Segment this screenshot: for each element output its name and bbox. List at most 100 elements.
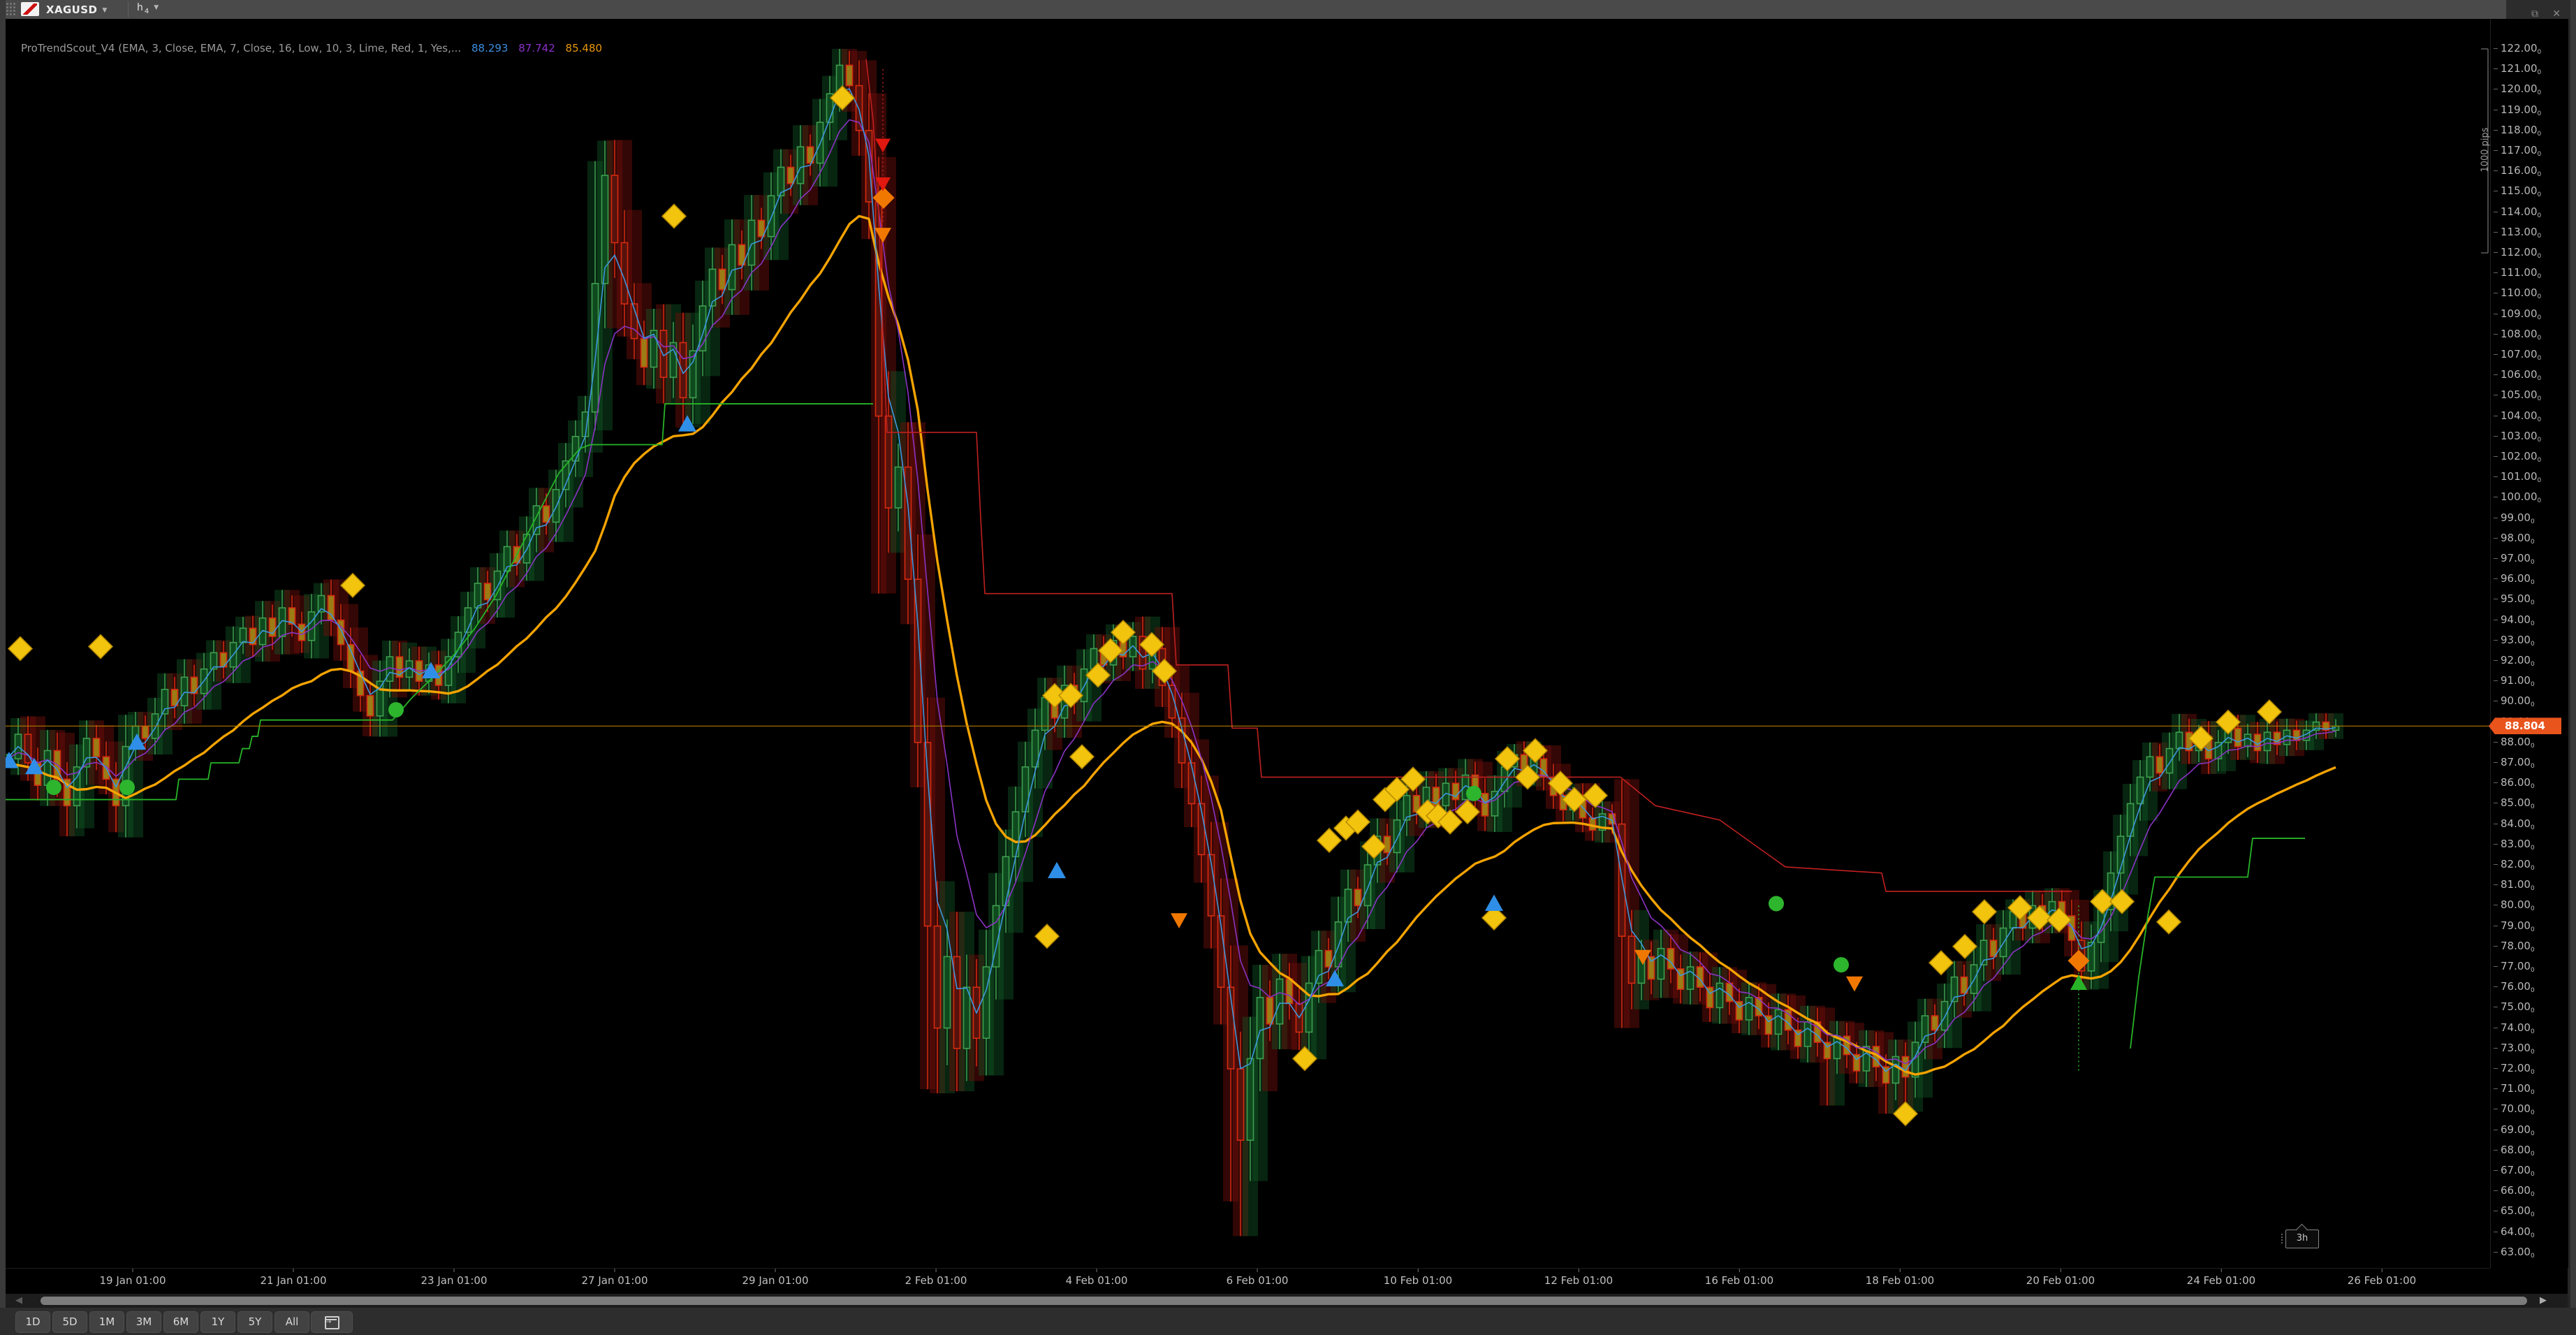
candle-body <box>1746 998 1752 1020</box>
price-tick-label: 71.000 <box>2501 1082 2535 1096</box>
badge-grip-icon <box>2281 1233 2284 1244</box>
price-tick-label: 66.000 <box>2501 1184 2535 1198</box>
timeframe-selector[interactable]: h4▼ <box>137 2 159 15</box>
drag-handle-icon[interactable] <box>6 2 15 17</box>
price-tick-label: 118.000 <box>2501 124 2541 138</box>
candle-body <box>1658 949 1664 979</box>
price-tick-label: 88.000 <box>2501 736 2535 750</box>
buy-signal-diamond-icon <box>1070 745 1094 768</box>
right-edge-strip <box>2570 0 2576 1335</box>
price-axis[interactable]: 122.000121.000120.000119.000118.000117.0… <box>2490 19 2568 1268</box>
price-tick-label: 103.000 <box>2501 430 2541 444</box>
range-button-5d[interactable]: 5D <box>52 1311 87 1333</box>
candle-body <box>905 467 912 580</box>
candle-body <box>94 738 100 757</box>
candle-body <box>338 620 344 645</box>
chevron-down-icon: ▼ <box>154 4 159 11</box>
buy-signal-diamond-icon <box>1035 924 1059 948</box>
countdown-label: 3h <box>2297 1233 2308 1243</box>
scrollbar-thumb[interactable] <box>41 1297 2527 1305</box>
candle-body <box>1042 698 1048 731</box>
candle-body <box>1922 1016 1929 1042</box>
price-tick-label: 98.000 <box>2501 532 2535 546</box>
time-tick-label: 2 Feb 01:00 <box>905 1274 967 1287</box>
price-tick-label: 65.000 <box>2501 1204 2535 1218</box>
price-tick-label: 91.000 <box>2501 674 2535 688</box>
candle-body <box>954 956 960 1048</box>
price-tick-label: 81.000 <box>2501 878 2535 892</box>
scroll-left-icon[interactable]: ◀ <box>15 1295 22 1306</box>
range-button-5y[interactable]: 5Y <box>237 1311 272 1333</box>
range-button-1m[interactable]: 1M <box>89 1311 124 1333</box>
candle-body <box>1482 794 1488 816</box>
candle-body <box>1247 1058 1254 1140</box>
exit-signal-triangle-icon <box>1171 913 1187 928</box>
candle-body <box>768 196 775 236</box>
price-tick-label: 117.000 <box>2501 144 2541 158</box>
buy-signal-diamond-icon <box>662 204 686 228</box>
price-tick-label: 82.000 <box>2501 858 2535 872</box>
candle-body <box>309 612 315 641</box>
price-tick-label: 102.000 <box>2501 450 2541 464</box>
chart-plot-area[interactable]: ProTrendScout_V4 (EMA, 3, Close, EMA, 7,… <box>6 19 2568 1294</box>
price-tick-label: 77.000 <box>2501 960 2535 974</box>
candle-body <box>1453 783 1459 799</box>
price-tick-label: 120.000 <box>2501 82 2541 96</box>
price-tick-label: 99.000 <box>2501 511 2535 525</box>
bar-countdown-badge[interactable]: 3h <box>2285 1230 2319 1248</box>
range-button-1y[interactable]: 1Y <box>200 1311 235 1333</box>
candle-body <box>1394 820 1400 853</box>
price-tick-label: 69.000 <box>2501 1123 2535 1137</box>
candle-body <box>240 628 247 642</box>
trend-dot-icon <box>46 780 61 795</box>
buy-signal-diamond-icon <box>8 637 32 661</box>
price-tick-label: 63.000 <box>2501 1246 2535 1260</box>
candle-body <box>348 645 354 671</box>
candlestick-canvas[interactable] <box>6 19 2490 1268</box>
price-tick-label: 85.000 <box>2501 796 2535 810</box>
price-tick-label: 92.000 <box>2501 654 2535 668</box>
scroll-right-icon[interactable]: ▶ <box>2540 1295 2547 1306</box>
price-tick-label: 106.000 <box>2501 368 2541 382</box>
price-tick-label: 112.000 <box>2501 246 2541 260</box>
range-button-3m[interactable]: 3M <box>126 1311 161 1333</box>
buy-signal-triangle-icon <box>1485 894 1503 910</box>
timeframe-number: 4 <box>145 8 149 15</box>
price-tick-label: 68.000 <box>2501 1144 2535 1158</box>
range-button-1d[interactable]: 1D <box>15 1311 50 1333</box>
trend-dot-icon <box>119 780 135 795</box>
candle-body <box>45 750 51 785</box>
price-tick-label: 90.000 <box>2501 694 2535 708</box>
range-button-6m[interactable]: 6M <box>163 1311 198 1333</box>
candle-body <box>1776 1009 1782 1034</box>
popout-icon[interactable]: ⧉ <box>2531 9 2538 19</box>
candle-body <box>182 677 188 706</box>
horizontal-scrollbar[interactable]: ◀ ▶ <box>6 1294 2568 1308</box>
buy-signal-diamond-icon <box>89 635 112 659</box>
time-axis[interactable]: 19 Jan 01:0021 Jan 01:0023 Jan 01:0027 J… <box>6 1268 2490 1294</box>
instrument-logo-icon <box>21 2 39 16</box>
candle-body <box>1492 791 1498 816</box>
price-tick-label: 111.000 <box>2501 266 2541 280</box>
candle-body <box>1287 979 1293 1004</box>
candle-body <box>1316 951 1322 984</box>
custom-period-button[interactable] <box>311 1311 353 1333</box>
range-toolbar: 1D5D1M3M6M1Y5YAll <box>0 1308 2576 1335</box>
candle-body <box>641 339 647 367</box>
price-tick-label: 119.000 <box>2501 103 2541 117</box>
candle-body <box>1257 998 1264 1059</box>
candle-body <box>495 571 501 600</box>
range-button-all[interactable]: All <box>275 1311 309 1333</box>
time-tick-label: 24 Feb 01:00 <box>2187 1274 2255 1287</box>
candle-body <box>886 416 892 508</box>
close-icon[interactable]: ✕ <box>2552 9 2561 19</box>
symbol-selector[interactable]: XAGUSD▼ <box>46 3 108 16</box>
candle-body <box>895 467 902 508</box>
candle-body <box>1277 979 1283 1024</box>
candle-body <box>377 681 383 716</box>
price-tick-label: 115.000 <box>2501 184 2541 198</box>
candle-body <box>856 86 863 131</box>
price-tick-label: 67.000 <box>2501 1164 2535 1178</box>
candle-body <box>279 608 286 636</box>
candle-body <box>1932 1016 1938 1030</box>
